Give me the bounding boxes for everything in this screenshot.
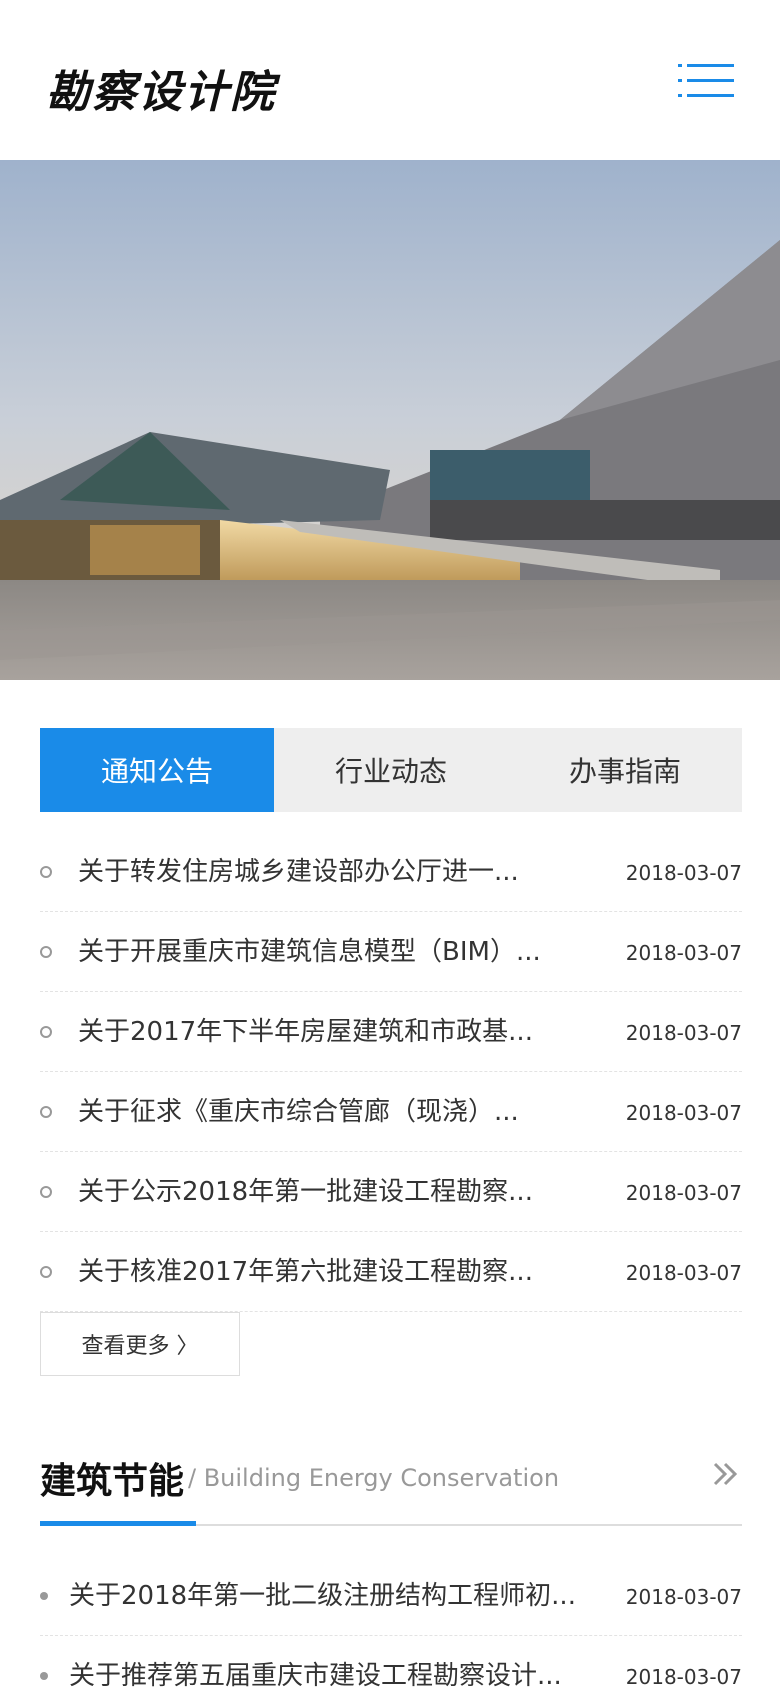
section-title: 建筑节能 [40,1461,185,1502]
list-item[interactable]: 关于推荐第五届重庆市建设工程勘察设计... 2018-03-07 [40,1636,742,1688]
news-title[interactable]: 关于核准2017年第六批建设工程勘察... [78,1256,588,1288]
list-item[interactable]: 关于2018年第一批二级注册结构工程师初... 2018-03-07 [40,1556,742,1636]
dot-bullet-icon [40,1672,48,1680]
news-title[interactable]: 关于2018年第一批二级注册结构工程师初... [69,1580,599,1612]
section-subtitle: / Building Energy Conservation [188,1464,560,1492]
news-date: 2018-03-07 [625,941,742,965]
circle-bullet-icon [40,1186,52,1198]
tab-industry-news[interactable]: 行业动态 [274,728,508,812]
list-item[interactable]: 关于公示2018年第一批建设工程勘察... 2018-03-07 [40,1152,742,1232]
header: 勘察设计院 [0,0,780,160]
news-title[interactable]: 关于开展重庆市建筑信息模型（BIM）... [78,936,588,968]
hero-banner-image[interactable] [0,160,780,680]
news-title[interactable]: 关于推荐第五届重庆市建设工程勘察设计... [69,1660,599,1688]
hamburger-menu-icon[interactable] [678,62,734,100]
circle-bullet-icon [40,866,52,878]
news-date: 2018-03-07 [625,1021,742,1045]
dot-bullet-icon [40,1592,48,1600]
news-date: 2018-03-07 [625,1261,742,1285]
section-header: 建筑节能 / Building Energy Conservation [40,1448,742,1526]
news-title[interactable]: 关于公示2018年第一批建设工程勘察... [78,1176,588,1208]
news-title[interactable]: 关于转发住房城乡建设部办公厅进一... [78,856,588,888]
news-date: 2018-03-07 [625,1585,742,1609]
circle-bullet-icon [40,1266,52,1278]
view-more-button[interactable]: 查看更多 〉 [40,1312,240,1376]
list-item[interactable]: 关于核准2017年第六批建设工程勘察... 2018-03-07 [40,1232,742,1312]
circle-bullet-icon [40,1106,52,1118]
list-item[interactable]: 关于征求《重庆市综合管廊（现浇）... 2018-03-07 [40,1072,742,1152]
news-date: 2018-03-07 [625,1101,742,1125]
news-date: 2018-03-07 [625,861,742,885]
news-date: 2018-03-07 [625,1665,742,1688]
energy-news-list: 关于2018年第一批二级注册结构工程师初... 2018-03-07 关于推荐第… [40,1556,742,1688]
news-list: 关于转发住房城乡建设部办公厅进一... 2018-03-07 关于开展重庆市建筑… [40,832,742,1312]
circle-bullet-icon [40,946,52,958]
news-tabs: 通知公告 行业动态 办事指南 [40,728,742,812]
news-title[interactable]: 关于2017年下半年房屋建筑和市政基... [78,1016,588,1048]
list-item[interactable]: 关于转发住房城乡建设部办公厅进一... 2018-03-07 [40,832,742,912]
news-date: 2018-03-07 [625,1181,742,1205]
double-chevron-right-icon[interactable] [712,1454,740,1494]
circle-bullet-icon [40,1026,52,1038]
tab-notices[interactable]: 通知公告 [40,728,274,812]
news-title[interactable]: 关于征求《重庆市综合管廊（现浇）... [78,1096,588,1128]
section-underline [40,1521,196,1526]
list-item[interactable]: 关于开展重庆市建筑信息模型（BIM）... 2018-03-07 [40,912,742,992]
list-item[interactable]: 关于2017年下半年房屋建筑和市政基... 2018-03-07 [40,992,742,1072]
site-logo[interactable]: 勘察设计院 [46,56,276,120]
tab-service-guide[interactable]: 办事指南 [508,728,742,812]
